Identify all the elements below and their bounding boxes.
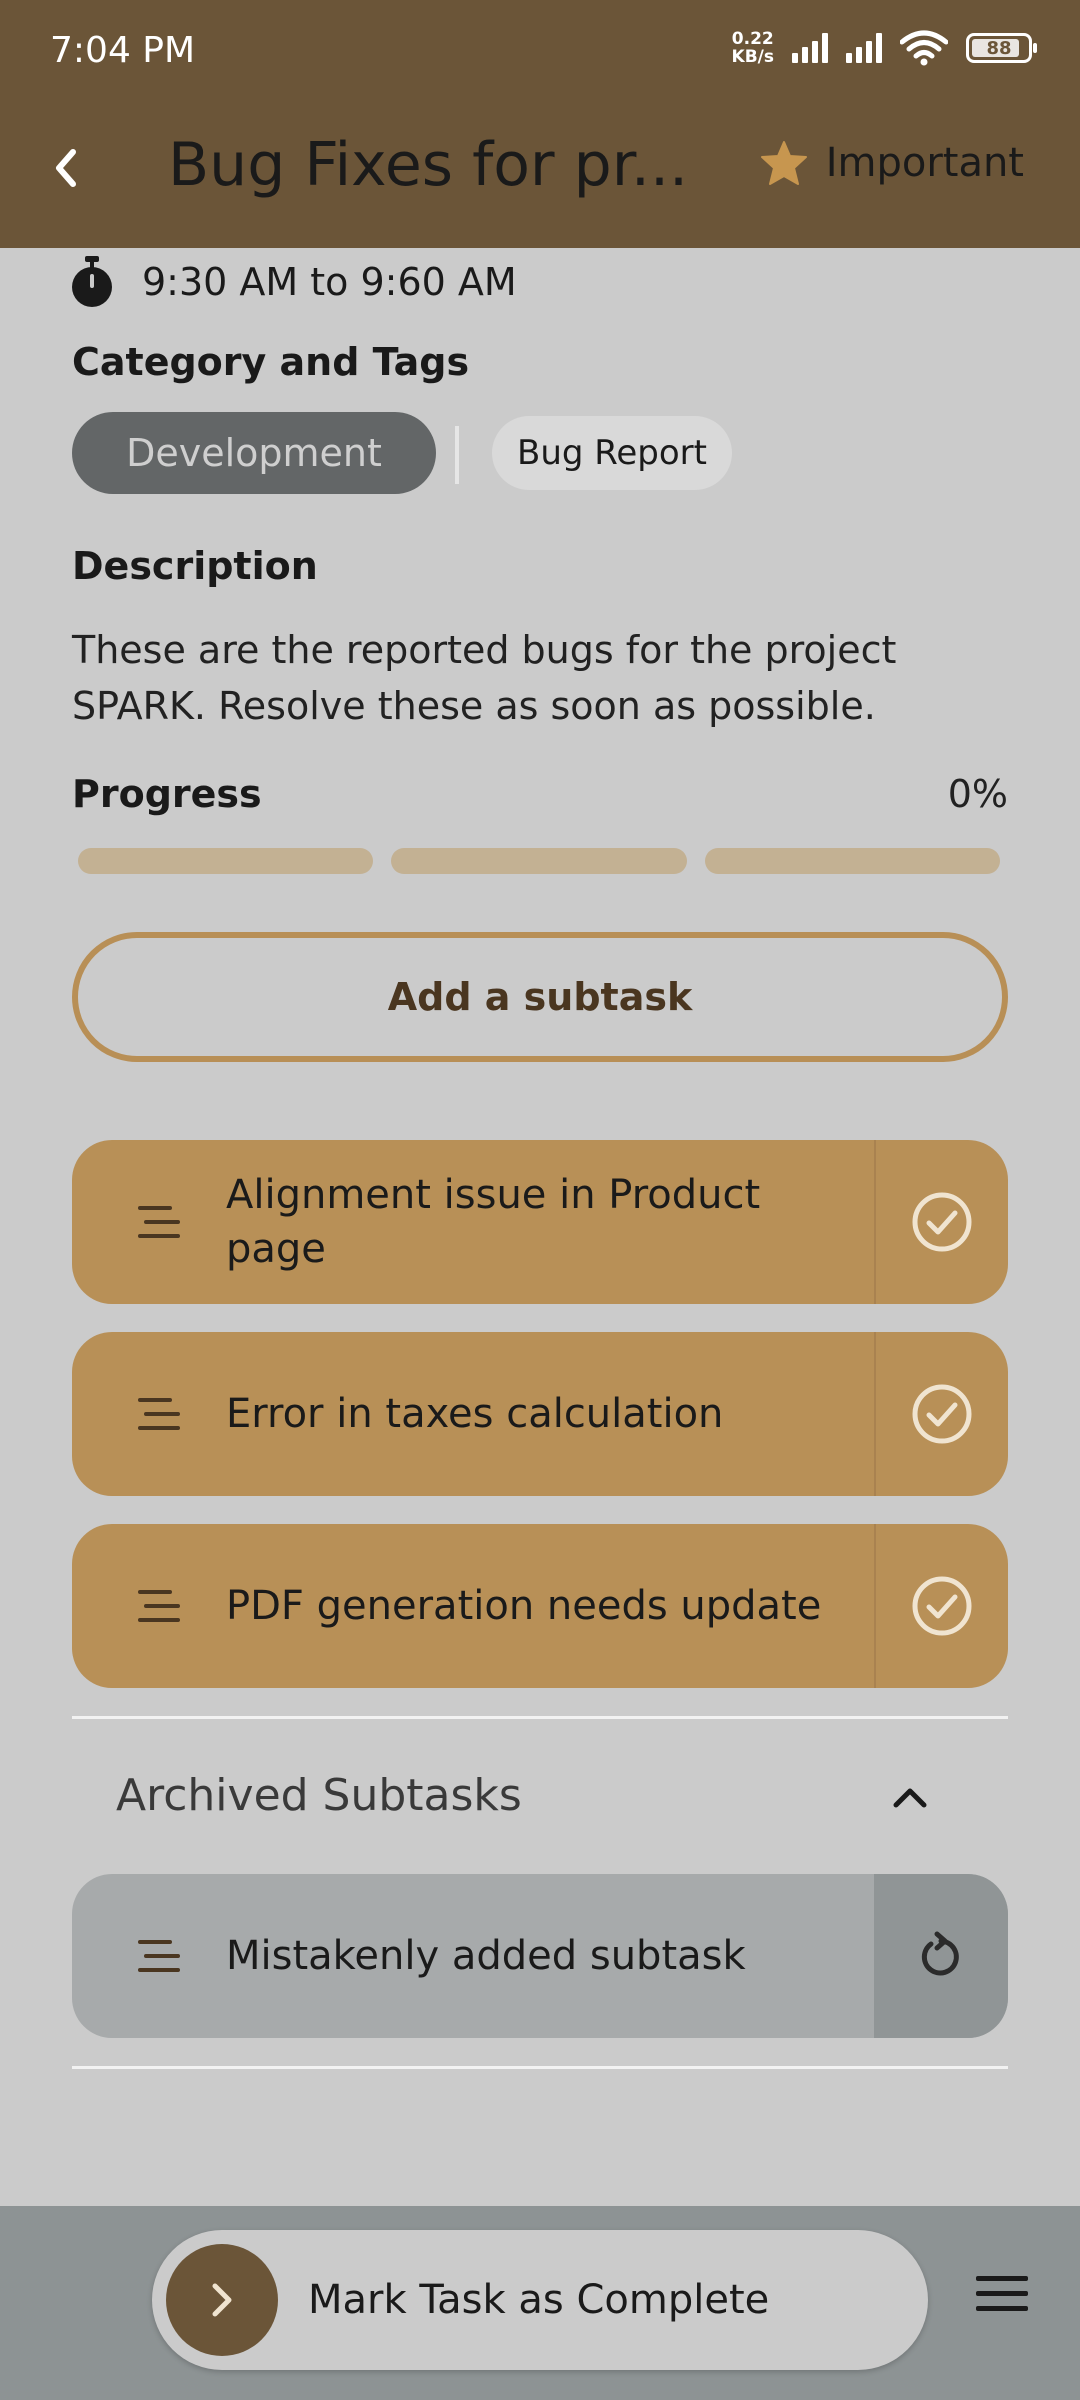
back-button[interactable] xyxy=(40,138,90,198)
drag-handle-icon[interactable] xyxy=(136,1394,186,1434)
subtask-label: Alignment issue in Product page xyxy=(226,1172,761,1272)
check-circle-icon xyxy=(912,1384,972,1444)
complete-subtask-button[interactable] xyxy=(874,1524,1008,1688)
tag-chip-bug-report[interactable]: Bug Report xyxy=(492,416,732,490)
signal-icon xyxy=(792,33,828,63)
restore-subtask-button[interactable] xyxy=(874,1874,1008,2038)
archived-subtask-item[interactable]: Mistakenly added subtask xyxy=(72,1874,1008,2038)
collapse-archived-button[interactable] xyxy=(884,1772,936,1824)
status-icons: 0.22 KB/s 88 xyxy=(731,29,1037,67)
chevron-up-icon xyxy=(893,1788,927,1808)
progress-heading: Progress xyxy=(72,772,262,816)
chip-divider xyxy=(455,426,459,484)
divider xyxy=(72,2066,1008,2069)
divider xyxy=(72,1716,1008,1719)
important-label: Important xyxy=(825,140,1024,186)
time-range: 9:30 AM to 9:60 AM xyxy=(142,260,517,304)
drag-handle-icon[interactable] xyxy=(136,1936,186,1976)
restore-icon xyxy=(921,1931,959,1976)
progress-bar xyxy=(78,848,1000,874)
important-toggle[interactable]: Important xyxy=(760,140,1024,186)
wifi-icon xyxy=(900,30,948,66)
bottom-bar: Mark Task as Complete xyxy=(0,2206,1080,2400)
chevron-right-icon xyxy=(212,2283,232,2317)
drag-handle-icon[interactable] xyxy=(136,1586,186,1626)
signal-icon xyxy=(846,33,882,63)
complete-subtask-button[interactable] xyxy=(874,1332,1008,1496)
check-circle-icon xyxy=(912,1576,972,1636)
category-heading: Category and Tags xyxy=(72,340,470,384)
star-icon xyxy=(760,141,807,185)
drag-handle-icon[interactable] xyxy=(136,1202,186,1242)
mark-complete-slider[interactable]: Mark Task as Complete xyxy=(152,2230,928,2370)
status-time: 7:04 PM xyxy=(50,30,196,71)
progress-percent: 0% xyxy=(947,772,1008,816)
chevron-left-icon xyxy=(56,149,76,187)
page-title: Bug Fixes for pr... xyxy=(168,130,688,200)
app-bar: 7:04 PM 0.22 KB/s 88 Bug Fixes for pr...… xyxy=(0,0,1080,248)
archived-subtask-label: Mistakenly added subtask xyxy=(226,1933,746,1979)
subtask-item[interactable]: Error in taxes calculation xyxy=(72,1332,1008,1496)
schedule-row: 9:30 AM to 9:60 AM xyxy=(70,256,517,308)
subtask-label: PDF generation needs update xyxy=(226,1583,822,1629)
progress-segment xyxy=(78,848,374,874)
subtask-item[interactable]: PDF generation needs update xyxy=(72,1524,1008,1688)
check-circle-icon xyxy=(912,1192,972,1252)
subtask-label: Error in taxes calculation xyxy=(226,1391,724,1437)
description-heading: Description xyxy=(72,544,318,588)
archived-subtasks-heading[interactable]: Archived Subtasks xyxy=(116,1770,522,1821)
mark-complete-label: Mark Task as Complete xyxy=(308,2277,770,2323)
network-speed: 0.22 KB/s xyxy=(731,29,774,67)
subtask-item[interactable]: Alignment issue in Product page xyxy=(72,1140,1008,1304)
description-text: These are the reported bugs for the proj… xyxy=(72,628,897,728)
add-subtask-button[interactable]: Add a subtask xyxy=(72,932,1008,1062)
menu-icon[interactable] xyxy=(974,2270,1030,2318)
category-chip-development[interactable]: Development xyxy=(72,412,436,494)
stopwatch-icon xyxy=(72,256,112,307)
complete-subtask-button[interactable] xyxy=(874,1140,1008,1304)
progress-segment xyxy=(391,848,687,874)
battery-icon: 88 xyxy=(966,33,1037,63)
slider-handle[interactable] xyxy=(166,2244,278,2356)
progress-segment xyxy=(704,848,1000,874)
